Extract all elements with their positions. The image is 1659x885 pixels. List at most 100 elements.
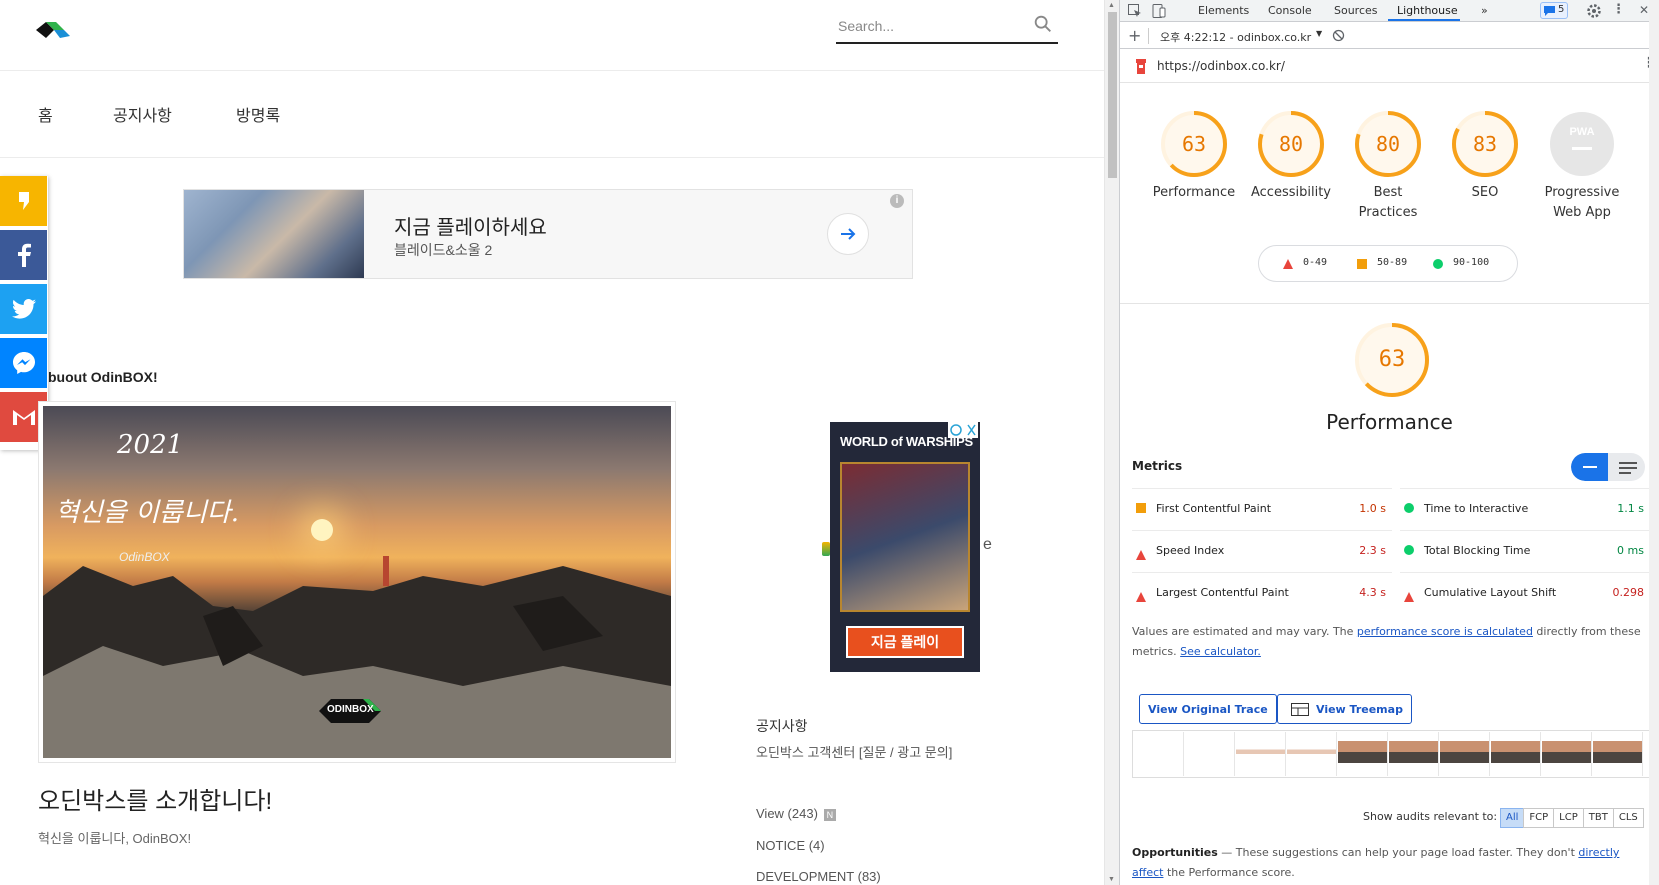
scrollbar-thumb[interactable] bbox=[1108, 12, 1117, 178]
chip-cls[interactable]: CLS bbox=[1612, 808, 1644, 828]
search-input[interactable]: Search... bbox=[838, 18, 894, 34]
score-label: Accessibility bbox=[1251, 185, 1331, 200]
metrics-view-toggle[interactable] bbox=[1571, 453, 1645, 481]
header-divider bbox=[0, 70, 1104, 71]
dropdown-caret-icon[interactable]: ▼ bbox=[1316, 29, 1322, 38]
ad-banner-image bbox=[184, 190, 364, 278]
pass-circle-icon bbox=[1404, 503, 1414, 513]
side-ad-artwork bbox=[840, 462, 970, 612]
ad-title: 지금 플레이하세요 bbox=[394, 217, 547, 239]
pass-circle-icon bbox=[1433, 259, 1443, 269]
facebook-share-button[interactable] bbox=[0, 230, 47, 280]
settings-gear-icon[interactable] bbox=[1586, 3, 1602, 19]
ad-info-icon[interactable]: i bbox=[890, 194, 904, 208]
hero-year: 2021 bbox=[117, 430, 184, 460]
metric-row[interactable]: Cumulative Layout Shift 0.298 bbox=[1400, 572, 1650, 614]
top-banner-ad[interactable]: 지금 플레이하세요 블레이드&소울 2 i bbox=[183, 189, 913, 279]
search-icon[interactable] bbox=[1032, 13, 1054, 35]
score-value: 83 bbox=[1472, 132, 1498, 156]
hero-image[interactable]: 2021 혁신을 이룹니다. OdinBOX ODINBOX bbox=[43, 406, 671, 758]
legend-average: 50-89 bbox=[1377, 257, 1408, 268]
treemap-icon bbox=[1291, 703, 1309, 716]
legend-fail: 0-49 bbox=[1303, 257, 1328, 268]
twitter-icon bbox=[11, 299, 36, 319]
close-devtools-icon[interactable]: ✕ bbox=[1639, 3, 1649, 17]
category-item[interactable]: NOTICE (4) bbox=[756, 838, 825, 853]
clear-block-icon[interactable] bbox=[1332, 29, 1345, 42]
search-field[interactable]: Search... bbox=[836, 10, 1058, 44]
score-value: 63 bbox=[1181, 132, 1207, 156]
scroll-up-arrow[interactable]: ▲ bbox=[1108, 2, 1115, 9]
score-gauge[interactable]: 63 bbox=[1160, 110, 1228, 178]
chip-all[interactable]: All bbox=[1500, 808, 1525, 828]
category-item[interactable]: View (243) N bbox=[756, 806, 836, 821]
sidebar-link[interactable]: 오딘박스 고객센터 [질문 / 광고 문의] bbox=[756, 742, 952, 761]
hero-brand: OdinBOX bbox=[119, 550, 170, 564]
score-gauge[interactable]: PWA bbox=[1548, 110, 1616, 178]
see-calculator-link[interactable]: See calculator. bbox=[1180, 645, 1261, 658]
metric-value: 0.298 bbox=[1612, 586, 1645, 599]
tab-elements[interactable]: Elements bbox=[1198, 4, 1249, 17]
metric-row[interactable]: Speed Index 2.3 s bbox=[1132, 530, 1392, 572]
issues-badge[interactable]: 5 bbox=[1540, 2, 1568, 19]
report-select[interactable]: 오후 4:22:12 - odinbox.co.kr bbox=[1160, 29, 1311, 45]
toolbar-divider bbox=[1148, 28, 1149, 44]
average-square-icon bbox=[1136, 503, 1146, 513]
ad-arrow-button[interactable] bbox=[827, 213, 869, 255]
watermark-text: ODINBOX bbox=[327, 704, 374, 715]
score-label: Progressive Web App bbox=[1544, 185, 1620, 220]
scroll-down-arrow[interactable]: ▼ bbox=[1108, 876, 1115, 883]
post-title[interactable]: 오딘박스를 소개합니다! bbox=[38, 781, 272, 816]
score-value: PWA bbox=[1569, 126, 1595, 138]
side-ad-cta[interactable]: 지금 플레이 bbox=[846, 626, 964, 658]
score-gauge[interactable]: 80 bbox=[1354, 110, 1422, 178]
score-calculated-link[interactable]: performance score is calculated bbox=[1357, 625, 1533, 638]
score-label: Best Practices bbox=[1358, 185, 1418, 220]
kakao-share-button[interactable] bbox=[0, 176, 47, 226]
kebab-menu-icon[interactable]: ⋮ bbox=[1612, 2, 1625, 17]
new-badge: N bbox=[823, 808, 836, 821]
score-gauge[interactable]: 83 bbox=[1451, 110, 1519, 178]
view-original-trace-button[interactable]: View Original Trace bbox=[1139, 694, 1277, 724]
twitter-share-button[interactable] bbox=[0, 284, 47, 334]
nav-notice[interactable]: 공지사항 bbox=[113, 102, 172, 126]
category-item[interactable]: DEVELOPMENT (83) bbox=[756, 869, 881, 884]
metric-row[interactable]: First Contentful Paint 1.0 s bbox=[1132, 488, 1392, 530]
device-toolbar-icon[interactable] bbox=[1151, 3, 1167, 19]
page-scrollbar[interactable]: ▲ ▼ bbox=[1104, 0, 1119, 885]
filmstrip-frame bbox=[1185, 732, 1235, 776]
filmstrip-frame bbox=[1236, 732, 1286, 776]
metric-label: Speed Index bbox=[1156, 544, 1225, 557]
score-gauge[interactable]: 80 bbox=[1257, 110, 1325, 178]
fail-triangle-icon bbox=[1136, 545, 1146, 560]
audited-url[interactable]: https://odinbox.co.kr/ bbox=[1157, 59, 1285, 73]
devtools-scrollbar[interactable] bbox=[1649, 0, 1659, 885]
nav-home[interactable]: 홈 bbox=[38, 102, 53, 126]
side-ad[interactable]: WORLD of WARSHIPS 지금 플레이 bbox=[830, 422, 980, 672]
metrics-heading: Metrics bbox=[1132, 459, 1183, 473]
view-treemap-button[interactable]: View Treemap bbox=[1277, 694, 1412, 724]
compact-view-icon bbox=[1583, 466, 1597, 468]
filmstrip-frame bbox=[1491, 732, 1541, 776]
filmstrip-frame bbox=[1542, 732, 1592, 776]
chip-fcp[interactable]: FCP bbox=[1523, 808, 1555, 828]
chip-lcp[interactable]: LCP bbox=[1553, 808, 1584, 828]
new-report-icon[interactable]: + bbox=[1128, 26, 1141, 45]
metric-row[interactable]: Total Blocking Time 0 ms bbox=[1400, 530, 1650, 572]
metric-row[interactable]: Largest Contentful Paint 4.3 s bbox=[1132, 572, 1392, 614]
website-viewport: Search... 홈 공지사항 방명록 지금 플레이하세요 블레이드&소울 2… bbox=[0, 0, 1104, 885]
tab-sources[interactable]: Sources bbox=[1334, 4, 1378, 17]
issues-count: 5 bbox=[1558, 4, 1565, 15]
nav-guestbook[interactable]: 방명록 bbox=[236, 102, 280, 126]
odinbox-logo[interactable] bbox=[36, 20, 70, 40]
tab-lighthouse[interactable]: Lighthouse bbox=[1397, 4, 1458, 17]
metric-row[interactable]: Time to Interactive 1.1 s bbox=[1400, 488, 1650, 530]
filmstrip-frame bbox=[1593, 732, 1643, 776]
messenger-share-button[interactable] bbox=[0, 338, 47, 388]
chip-tbt[interactable]: TBT bbox=[1582, 808, 1614, 828]
tab-console[interactable]: Console bbox=[1268, 4, 1312, 17]
inspect-icon[interactable] bbox=[1127, 3, 1143, 19]
ad-close-icon[interactable] bbox=[948, 422, 978, 438]
more-tabs-icon[interactable]: » bbox=[1481, 4, 1488, 17]
audit-filter-chips: All FCP LCP TBT CLS bbox=[1500, 808, 1644, 828]
